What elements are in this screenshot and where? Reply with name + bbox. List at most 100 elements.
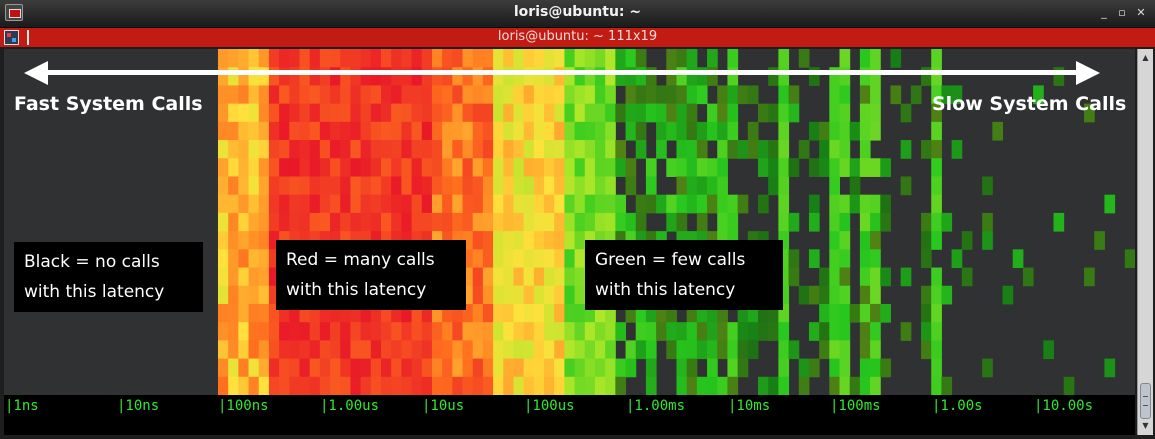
- heatmap-cell: [482, 322, 494, 341]
- heatmap-cell: [472, 376, 484, 395]
- heatmap-cell: [931, 340, 942, 360]
- heatmap-cell: [808, 249, 820, 269]
- heatmap-cell: [788, 267, 800, 287]
- heatmap-cell: [370, 85, 382, 105]
- heatmap-cell: [829, 121, 841, 141]
- close-icon[interactable]: ✕: [1134, 6, 1148, 20]
- heatmap-cell: [228, 285, 239, 305]
- heatmap-cell: [594, 358, 606, 378]
- heatmap-cell: [421, 121, 433, 141]
- terminal-scrollbar[interactable]: ▲ ▼: [1137, 49, 1153, 435]
- heatmap-cell: [472, 194, 484, 214]
- heatmap-cell: [360, 176, 372, 196]
- tab-title[interactable]: loris@ubuntu: ~ 111x19: [0, 29, 1155, 44]
- heatmap-cell: [635, 121, 647, 141]
- heatmap-cell: [839, 158, 851, 177]
- heatmap-cell: [391, 158, 402, 177]
- heatmap-cell: [289, 340, 300, 360]
- scroll-thumb[interactable]: [1140, 383, 1151, 419]
- heatmap-cell: [370, 103, 382, 123]
- heatmap-cell: [217, 121, 229, 141]
- heatmap-cell: [768, 176, 779, 196]
- heatmap-cell: [268, 140, 280, 159]
- heatmap-cell: [431, 194, 443, 214]
- heatmap-cell: [289, 194, 300, 214]
- heatmap-cell: [707, 158, 718, 177]
- heatmap-cell: [513, 340, 525, 360]
- heatmap-cell: [482, 158, 494, 177]
- heatmap-cell: [554, 322, 565, 341]
- heatmap-cell: [381, 212, 392, 232]
- heatmap-cell: [676, 158, 688, 177]
- heatmap-cell: [625, 85, 637, 105]
- heatmap-cell: [309, 322, 321, 341]
- heatmap-cell: [870, 340, 881, 360]
- scroll-up-icon[interactable]: ▲: [1138, 51, 1153, 65]
- heatmap-cell: [829, 140, 841, 159]
- heatmap-cell: [615, 376, 627, 395]
- heatmap-cell: [615, 49, 627, 68]
- heatmap-cell: [228, 103, 239, 123]
- heatmap-cell: [778, 212, 790, 232]
- heatmap-cell: [248, 249, 260, 269]
- heatmap-cell: [635, 212, 647, 232]
- heatmap-cell: [696, 140, 708, 159]
- heatmap-cell: [289, 49, 300, 68]
- heatmap-cell: [442, 176, 453, 196]
- heatmap-cell: [533, 194, 545, 214]
- heatmap-cell: [279, 340, 290, 360]
- heatmap-cell: [645, 322, 657, 341]
- heatmap-cell: [921, 212, 932, 232]
- heatmap-cell: [472, 285, 484, 305]
- heatmap-cell: [493, 249, 504, 269]
- legend-line: Green = few calls: [595, 250, 746, 270]
- heatmap-cell: [808, 121, 820, 141]
- heatmap-cell: [421, 340, 433, 360]
- heatmap-cell: [747, 85, 759, 105]
- heatmap-cell: [564, 85, 576, 105]
- heatmap-cell: [238, 267, 250, 287]
- heatmap-cell: [676, 194, 688, 214]
- heatmap-cell: [350, 158, 362, 177]
- heatmap-cell: [829, 303, 841, 323]
- minimize-icon[interactable]: _: [1097, 6, 1111, 20]
- heatmap-cell: [309, 376, 321, 395]
- heatmap-cell: [727, 103, 739, 123]
- axis-tick: |10us: [422, 398, 465, 414]
- heatmap-cell: [217, 303, 229, 323]
- heatmap-cell: [696, 158, 708, 177]
- heatmap-cell: [564, 340, 576, 360]
- heatmap-cell: [513, 49, 525, 68]
- heatmap-cell: [594, 121, 606, 141]
- heatmap-cell: [839, 285, 851, 305]
- maximize-icon[interactable]: ▫: [1115, 6, 1129, 20]
- heatmap-cell: [503, 85, 514, 105]
- heatmap-cell: [819, 322, 830, 341]
- heatmap-cell: [870, 194, 881, 214]
- heatmap-cell: [482, 231, 494, 250]
- axis-tick: |100ns: [218, 398, 269, 414]
- heatmap-cell: [686, 358, 698, 378]
- scroll-down-icon[interactable]: ▼: [1138, 419, 1153, 433]
- heatmap-cell: [248, 340, 260, 360]
- heatmap-cell: [707, 376, 718, 395]
- heatmap-cell: [625, 49, 637, 68]
- heatmap-cell: [931, 358, 942, 378]
- heatmap-cell: [462, 49, 474, 68]
- heatmap-cell: [217, 212, 229, 232]
- heatmap-cell: [228, 121, 239, 141]
- heatmap-cell: [645, 176, 657, 196]
- heatmap-cell: [421, 358, 433, 378]
- heatmap-cell: [513, 231, 525, 250]
- heatmap-cell: [289, 176, 300, 196]
- heatmap-cell: [411, 376, 423, 395]
- heatmap-cell: [299, 85, 311, 105]
- heatmap-cell: [564, 103, 576, 123]
- heatmap-cell: [564, 212, 576, 232]
- heatmap-cell: [666, 121, 677, 141]
- heatmap-cell: [217, 358, 229, 378]
- heatmap-cell: [452, 322, 464, 341]
- heatmap-cell: [564, 322, 576, 341]
- heatmap-cell: [350, 212, 362, 232]
- heatmap-cell: [645, 376, 657, 395]
